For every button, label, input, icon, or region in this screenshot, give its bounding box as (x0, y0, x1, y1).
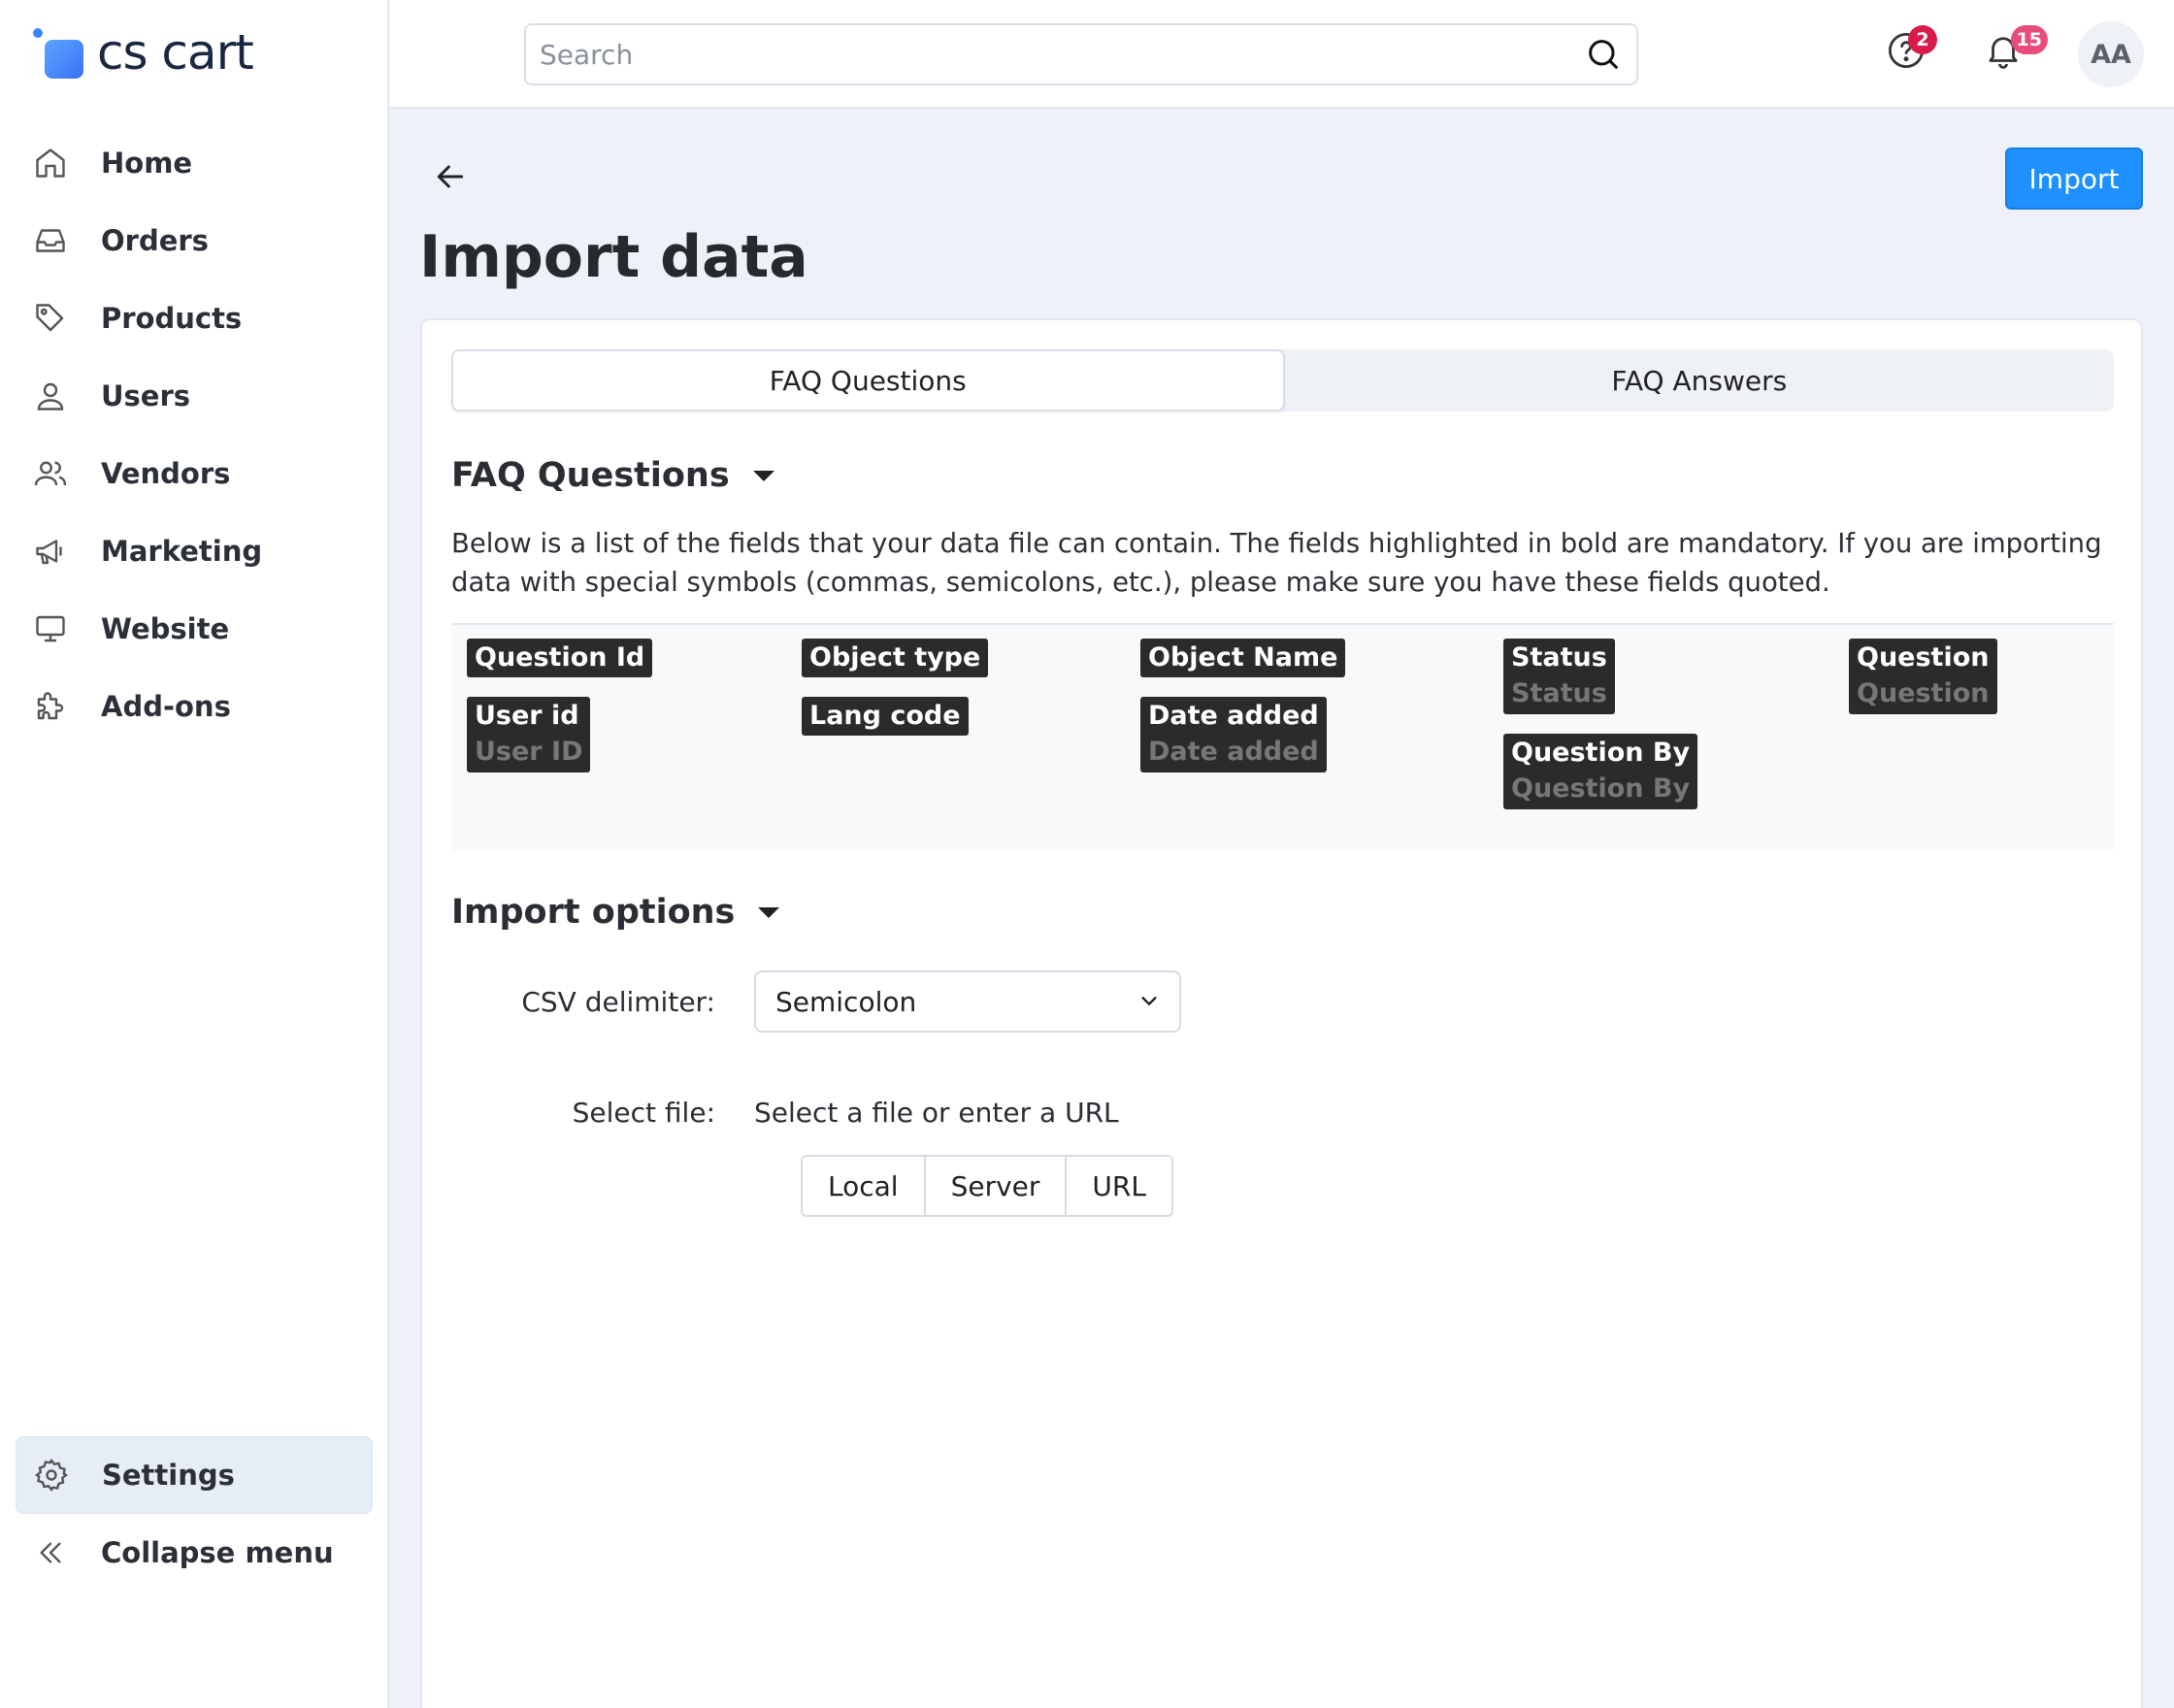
fields-column: Status Status Question By Question By (1503, 639, 1698, 829)
caret-down-icon (758, 906, 780, 918)
arrow-left-icon (431, 165, 470, 200)
fields-column: Question Id User id User ID (467, 639, 653, 792)
sidebar-item-products[interactable]: Products (16, 279, 373, 357)
user-icon (31, 377, 70, 415)
sidebar-item-marketing[interactable]: Marketing (16, 512, 373, 590)
sidebar-item-label: Products (101, 302, 243, 335)
back-button[interactable] (431, 157, 470, 196)
file-source-group: Local Server URL (801, 1155, 1173, 1217)
field-chip: User id User ID (467, 697, 591, 772)
sidebar-item-label: Home (101, 147, 193, 180)
fields-section-toggle[interactable]: FAQ Questions (451, 456, 774, 495)
topbar: 2 15 AA (389, 0, 2174, 109)
logo[interactable]: cs cart (31, 21, 254, 83)
sidebar-item-label: Website (101, 612, 230, 645)
tab-bar: FAQ Questions FAQ Answers (451, 349, 2114, 411)
inbox-icon (31, 221, 70, 260)
sidebar: cs cart Home Orders Products Users Vendo… (0, 0, 389, 1708)
monitor-icon (31, 609, 70, 648)
tag-icon (31, 299, 70, 338)
help-badge: 2 (1908, 25, 1937, 54)
avatar[interactable]: AA (2078, 21, 2144, 87)
chevron-down-icon (1138, 986, 1160, 1018)
sidebar-item-label: Orders (101, 224, 209, 257)
tab-faq-questions[interactable]: FAQ Questions (451, 349, 1285, 411)
field-chip: Object type (802, 639, 989, 677)
chevrons-left-icon (31, 1533, 70, 1572)
megaphone-icon (31, 532, 70, 571)
field-chip: Question Id (467, 639, 653, 677)
sidebar-item-home[interactable]: Home (16, 124, 373, 202)
sidebar-item-vendors[interactable]: Vendors (16, 435, 373, 512)
field-chip: Status Status (1503, 639, 1615, 714)
sidebar-item-label: Vendors (101, 457, 231, 490)
caret-down-icon (752, 470, 774, 481)
field-chip: Question By Question By (1503, 734, 1698, 809)
sidebar-item-settings[interactable]: Settings (16, 1436, 373, 1514)
fields-column: Object Name Date added Date added (1140, 639, 1346, 792)
notifications-badge: 15 (2010, 25, 2048, 54)
field-chip: Object Name (1140, 639, 1346, 677)
sidebar-item-users[interactable]: Users (16, 357, 373, 435)
collapse-menu-label: Collapse menu (101, 1536, 334, 1569)
notifications-button[interactable]: 15 (1980, 25, 2048, 76)
sidebar-item-addons[interactable]: Add-ons (16, 668, 373, 745)
select-file-row: Select file: Select a file or enter a UR… (422, 1097, 1119, 1129)
logo-mark-icon (31, 26, 83, 79)
csv-delimiter-select[interactable]: Semicolon (754, 970, 1181, 1033)
sidebar-item-label: Marketing (101, 535, 263, 568)
field-chip: Date added Date added (1140, 697, 1327, 772)
file-source-server-button[interactable]: Server (925, 1157, 1068, 1215)
field-chip: Lang code (802, 697, 969, 736)
puzzle-icon (31, 687, 70, 726)
users-icon (31, 454, 70, 493)
home-icon (31, 144, 70, 182)
logo-text: cs cart (97, 24, 254, 81)
import-button[interactable]: Import (2005, 148, 2143, 210)
sidebar-bottom: Settings Collapse menu (16, 1436, 373, 1592)
import-options-toggle[interactable]: Import options (451, 893, 780, 932)
file-source-url-button[interactable]: URL (1067, 1157, 1171, 1215)
field-chip: Question Question (1849, 639, 1997, 714)
import-options-title: Import options (451, 893, 736, 932)
fields-list: Question Id User id User ID Object type L… (451, 623, 2114, 850)
sidebar-item-orders[interactable]: Orders (16, 202, 373, 279)
sidebar-nav: Home Orders Products Users Vendors Marke… (16, 124, 373, 745)
fields-column: Object type Lang code (802, 639, 989, 755)
sidebar-item-label: Add-ons (101, 690, 231, 723)
fields-description: Below is a list of the fields that your … (451, 528, 2102, 598)
search-box (524, 23, 1638, 85)
fields-column: Question Question (1849, 639, 1997, 734)
sidebar-item-label: Users (101, 379, 191, 412)
import-card: FAQ Questions FAQ Answers FAQ Questions … (420, 318, 2143, 1708)
gear-icon (32, 1456, 71, 1494)
search-input[interactable] (540, 38, 1584, 71)
file-source-local-button[interactable]: Local (803, 1157, 926, 1215)
csv-delimiter-label: CSV delimiter: (521, 985, 715, 1018)
csv-delimiter-row: CSV delimiter: Semicolon (422, 970, 1181, 1033)
csv-delimiter-value: Semicolon (775, 985, 917, 1018)
select-file-hint: Select a file or enter a URL (754, 1097, 1119, 1129)
tab-faq-answers[interactable]: FAQ Answers (1285, 349, 2115, 411)
help-button[interactable]: 2 (1883, 25, 1937, 76)
collapse-menu-button[interactable]: Collapse menu (16, 1514, 373, 1592)
select-file-label: Select file: (572, 1097, 715, 1129)
sidebar-item-label: Settings (102, 1459, 235, 1492)
sidebar-item-website[interactable]: Website (16, 590, 373, 668)
fields-section-title: FAQ Questions (451, 456, 730, 495)
page-title: Import data (419, 223, 808, 291)
search-icon[interactable] (1584, 35, 1623, 74)
